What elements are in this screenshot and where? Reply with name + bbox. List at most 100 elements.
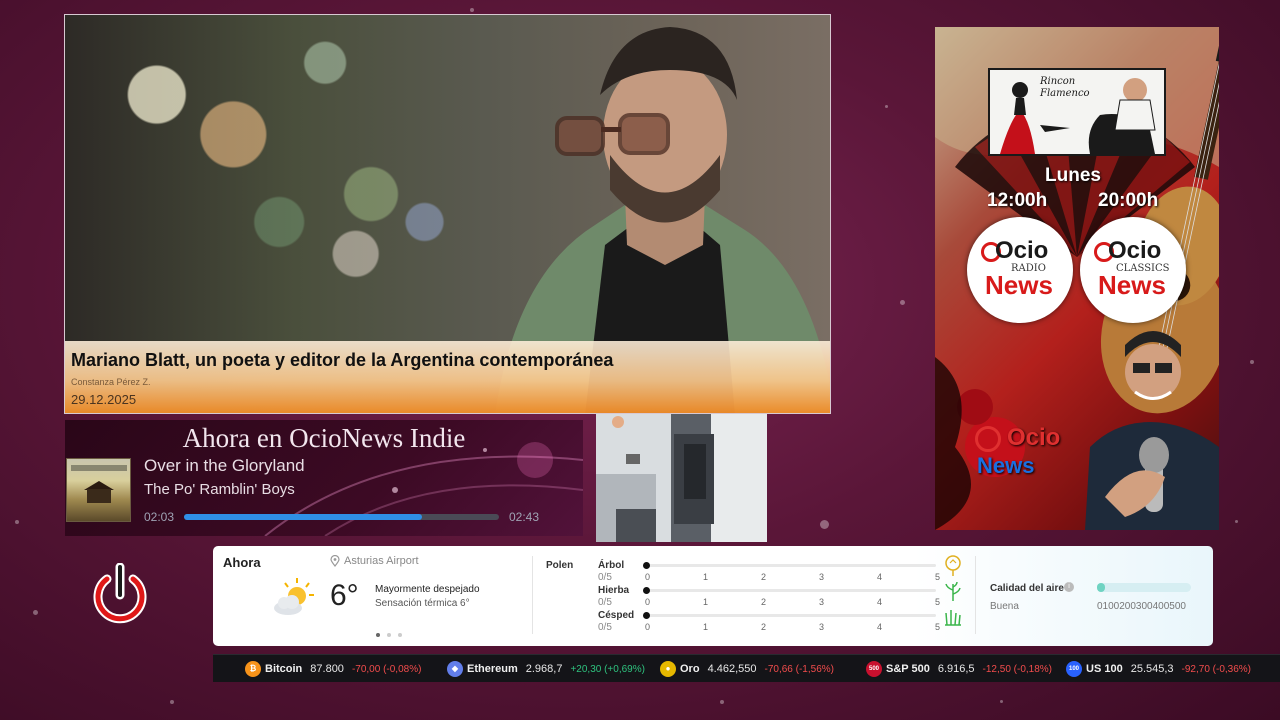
pollen-value: 0/5 xyxy=(598,622,612,633)
ticker-name: US 100 xyxy=(1086,663,1123,675)
ticker-price: 2.968,7 xyxy=(525,663,563,675)
pollen-row-tree: Árbol 0/5 0 1 2 3 4 5 xyxy=(598,555,968,586)
pollen-scale-tick: 0 xyxy=(645,622,651,632)
badge-bottom-text: News xyxy=(1098,270,1166,300)
poster-time-left: 12:00h xyxy=(987,190,1048,211)
ticker-item-ethereum[interactable]: ◆ Ethereum 2.968,7 +20,30 (+0,69%) xyxy=(447,661,645,677)
carousel-dot[interactable] xyxy=(398,633,402,637)
pollen-scale-tick: 3 xyxy=(819,572,825,582)
playback-progress-bar[interactable] xyxy=(184,514,499,520)
rincon-flamenco-text: Rincon Flamenco xyxy=(1040,76,1090,99)
ticker-item-sp500[interactable]: 500 S&P 500 6.916,5 -12,50 (-0,18%) xyxy=(866,661,1052,677)
pollen-name: Hierba xyxy=(598,585,630,596)
pollen-scale-tick: 4 xyxy=(877,572,883,582)
pollen-scale-tick: 4 xyxy=(877,597,883,607)
news-caption: Mariano Blatt, un poeta y editor de la A… xyxy=(65,341,830,413)
pollen-level-marker xyxy=(643,587,650,594)
air-quality-bar xyxy=(1097,583,1191,592)
news-headline[interactable]: Mariano Blatt, un poeta y editor de la A… xyxy=(71,349,824,371)
flamenco-show-poster[interactable]: Rincon Flamenco Lunes 12:00h 20:00h Ocio … xyxy=(935,27,1219,530)
pollen-value: 0/5 xyxy=(598,597,612,608)
pollen-row-weed: Hierba 0/5 0 1 2 3 4 5 xyxy=(598,581,968,611)
pollen-name: Árbol xyxy=(598,560,625,571)
ticker-change: +20,30 (+0,69%) xyxy=(570,663,645,675)
playback-progress-fill xyxy=(184,514,422,520)
pollen-scale-tick: 4 xyxy=(877,622,883,632)
webcam-feed xyxy=(596,414,767,542)
carousel-dot-active[interactable] xyxy=(376,633,380,637)
pollen-scale-tick: 1 xyxy=(703,622,709,632)
ticker-price: 87.800 xyxy=(310,663,344,675)
ticker-name: Ethereum xyxy=(467,663,518,675)
badge-top-text: Ocio xyxy=(1108,237,1162,264)
power-icon xyxy=(975,426,1001,452)
weather-widget: Ahora Asturias Airport 6° Mayormente des… xyxy=(213,546,1213,646)
ticker-change: -70,00 (-0,08%) xyxy=(351,663,422,675)
pollen-value: 0/5 xyxy=(598,572,612,583)
ticker-name: S&P 500 xyxy=(886,663,930,675)
news-author: Constanza Pérez Z. xyxy=(71,377,151,387)
now-playing-widget: Ahora en OcioNews Indie Over in the Glor… xyxy=(65,420,583,536)
pollen-scale-tick: 5 xyxy=(935,622,941,632)
pollen-scale-track xyxy=(646,614,936,617)
ocio-classics-news-badge: Ocio CLASSICS News xyxy=(1080,217,1186,323)
air-quality-label: Calidad del aire xyxy=(990,583,1064,594)
rincon-flamenco-logo: Rincon Flamenco xyxy=(988,68,1166,156)
ticker-item-us100[interactable]: 100 US 100 25.545,3 -92,70 (-0,36%) xyxy=(1066,661,1251,677)
ticker-change: -12,50 (-0,18%) xyxy=(982,663,1053,675)
pollen-scale-tick: 0 xyxy=(645,572,651,582)
pollen-scale-tick: 1 xyxy=(703,597,709,607)
market-ticker: ₿ Bitcoin 87.800 -70,00 (-0,08%) ◆ Ethereum 2… xyxy=(213,654,1280,682)
divider xyxy=(532,556,533,634)
pollen-scale-tick: 0 xyxy=(645,597,651,607)
info-icon[interactable]: i xyxy=(1064,582,1074,592)
ticker-change: -70,66 (-1,56%) xyxy=(764,663,834,675)
air-quality-scale: 0100200300400500 xyxy=(1097,601,1186,612)
pollen-level-marker xyxy=(643,612,650,619)
poster-logo-top: Ocio xyxy=(1007,424,1061,451)
location-pin-icon xyxy=(330,555,340,567)
poster-logo-bottom: News xyxy=(977,453,1035,478)
tree-pollen-icon xyxy=(945,555,961,576)
pollen-scale-tick: 3 xyxy=(819,597,825,607)
carousel-dot[interactable] xyxy=(387,633,391,637)
news-card[interactable]: Mariano Blatt, un poeta y editor de la A… xyxy=(64,14,831,414)
pollen-label: Polen xyxy=(546,560,574,571)
air-quality-status: Buena xyxy=(990,601,1019,612)
power-button-icon[interactable] xyxy=(93,563,147,625)
album-art xyxy=(66,458,131,522)
song-artist: The Po' Ramblin' Boys xyxy=(144,481,295,498)
sp500-icon: 500 xyxy=(866,661,882,677)
pollen-scale-tick: 1 xyxy=(703,572,709,582)
pollen-scale-tick: 5 xyxy=(935,572,941,582)
badge-bottom-text: News xyxy=(985,270,1053,300)
pollen-level-marker xyxy=(643,562,650,569)
pollen-scale-tick: 5 xyxy=(935,597,941,607)
weather-location[interactable]: Asturias Airport xyxy=(344,555,419,567)
ticker-item-bitcoin[interactable]: ₿ Bitcoin 87.800 -70,00 (-0,08%) xyxy=(245,661,421,677)
ticker-name: Oro xyxy=(680,663,700,675)
pollen-scale-tick: 3 xyxy=(819,622,825,632)
pollen-scale-track xyxy=(646,564,936,567)
ticker-price: 4.462,550 xyxy=(707,663,757,675)
pollen-scale-tick: 2 xyxy=(761,597,767,607)
ticker-price: 25.545,3 xyxy=(1130,663,1174,675)
weather-feels-like: Sensación térmica 6° xyxy=(375,598,470,609)
gold-icon: ● xyxy=(660,661,676,677)
news-date: 29.12.2025 xyxy=(71,392,137,407)
pollen-row-grass: Césped 0/5 0 1 2 3 4 5 xyxy=(598,610,968,636)
us100-icon: 100 xyxy=(1066,661,1082,677)
divider xyxy=(975,556,976,634)
ticker-item-gold[interactable]: ● Oro 4.462,550 -70,66 (-1,56%) xyxy=(660,661,834,677)
pollen-scale-track xyxy=(646,589,936,592)
weather-temperature: 6° xyxy=(330,579,359,612)
bitcoin-icon: ₿ xyxy=(245,661,261,677)
song-title: Over in the Gloryland xyxy=(144,456,305,475)
grass-pollen-icon xyxy=(945,610,961,626)
ticker-name: Bitcoin xyxy=(265,663,303,675)
weed-pollen-icon xyxy=(945,581,961,601)
poster-day: Lunes xyxy=(1045,165,1101,186)
pollen-scale-tick: 2 xyxy=(761,572,767,582)
air-quality-fill xyxy=(1097,583,1105,592)
ticker-price: 6.916,5 xyxy=(937,663,975,675)
